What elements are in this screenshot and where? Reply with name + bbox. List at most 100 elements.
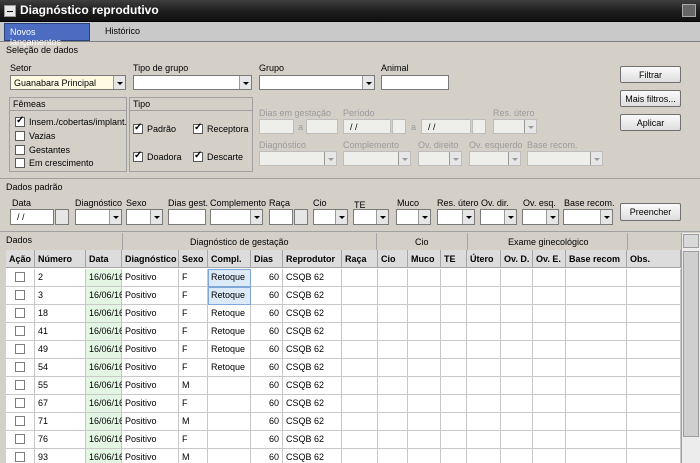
window-menu-icon[interactable]	[4, 5, 16, 17]
cell-te[interactable]	[441, 287, 467, 305]
cell-data[interactable]: 16/06/16	[86, 269, 124, 287]
cell-base-recom[interactable]	[566, 431, 627, 449]
cell-reprodutor[interactable]: CSQB 62	[283, 323, 342, 341]
row-action-checkbox[interactable]	[15, 326, 25, 336]
col-header-te[interactable]: TE	[441, 250, 467, 268]
col-header-sexo[interactable]: Sexo	[179, 250, 208, 268]
padrao-diagnostico-select[interactable]	[75, 209, 122, 225]
cell-obs[interactable]	[627, 269, 681, 287]
cell-raca[interactable]	[342, 305, 378, 323]
femeas-em-crescimento-checkbox[interactable]	[15, 158, 25, 168]
tipo-descarte-checkbox[interactable]	[193, 150, 203, 162]
chevron-down-icon[interactable]	[462, 210, 474, 224]
cell-cio[interactable]	[378, 431, 408, 449]
cell-te[interactable]	[441, 395, 467, 413]
cell-te[interactable]	[441, 377, 467, 395]
cell-raca[interactable]	[342, 431, 378, 449]
cell-cio[interactable]	[378, 323, 408, 341]
cell-cio[interactable]	[378, 413, 408, 431]
chevron-down-icon[interactable]	[376, 210, 388, 224]
cell-utero[interactable]	[467, 323, 501, 341]
cell-cio[interactable]	[378, 269, 408, 287]
col-header-data[interactable]: Data	[86, 250, 122, 268]
cell-te[interactable]	[441, 323, 467, 341]
col-header-reprodutor[interactable]: Reprodutor	[283, 250, 342, 268]
cell-sexo[interactable]: F	[179, 431, 208, 449]
cell-compl[interactable]: Retoque	[208, 287, 251, 305]
res-utero-select[interactable]	[493, 119, 537, 134]
cell-diagnostico[interactable]: Positivo	[122, 287, 179, 305]
cell-dias[interactable]: 60	[251, 323, 283, 341]
cell-obs[interactable]	[627, 287, 681, 305]
row-action-checkbox[interactable]	[15, 380, 25, 390]
cell-base-recom[interactable]	[566, 305, 627, 323]
cell-dias[interactable]: 60	[251, 395, 283, 413]
cell-numero[interactable]: 3	[35, 287, 86, 305]
cell-reprodutor[interactable]: CSQB 62	[283, 287, 342, 305]
cell-cio[interactable]	[378, 341, 408, 359]
cell-reprodutor[interactable]: CSQB 62	[283, 431, 342, 449]
cell-reprodutor[interactable]: CSQB 62	[283, 359, 342, 377]
chevron-down-icon[interactable]	[324, 152, 336, 165]
cell-compl[interactable]: Retoque	[208, 341, 251, 359]
grupo-select[interactable]	[259, 75, 375, 90]
cell-data[interactable]: 16/06/16	[86, 341, 124, 359]
cell-raca[interactable]	[342, 395, 378, 413]
chevron-down-icon[interactable]	[150, 210, 162, 224]
cell-ov-d[interactable]	[501, 413, 533, 431]
dias-gestacao-from-input[interactable]	[259, 119, 294, 134]
chevron-down-icon[interactable]	[109, 210, 121, 224]
cell-te[interactable]	[441, 359, 467, 377]
chevron-down-icon[interactable]	[508, 152, 520, 165]
cell-numero[interactable]: 54	[35, 359, 86, 377]
cell-numero[interactable]: 55	[35, 377, 86, 395]
cell-data[interactable]: 16/06/16	[86, 377, 124, 395]
cell-ov-e[interactable]	[533, 449, 566, 463]
cell-ov-e[interactable]	[533, 269, 566, 287]
cell-compl[interactable]	[208, 449, 251, 463]
col-header-ov-d[interactable]: Ov. D.	[501, 250, 533, 268]
cell-dias[interactable]: 60	[251, 377, 283, 395]
cell-obs[interactable]	[627, 431, 681, 449]
ov-esquerdo-select[interactable]	[469, 151, 521, 166]
cell-numero[interactable]: 71	[35, 413, 86, 431]
cell-utero[interactable]	[467, 287, 501, 305]
cell-acao[interactable]	[6, 431, 35, 449]
padrao-te-select[interactable]	[353, 209, 389, 225]
cell-ov-d[interactable]	[501, 395, 533, 413]
cell-numero[interactable]: 93	[35, 449, 86, 463]
aplicar-button[interactable]: Aplicar	[620, 114, 681, 131]
cell-compl[interactable]	[208, 413, 251, 431]
row-action-checkbox[interactable]	[15, 344, 25, 354]
cell-ov-e[interactable]	[533, 359, 566, 377]
cell-utero[interactable]	[467, 431, 501, 449]
cell-muco[interactable]	[408, 269, 441, 287]
cell-muco[interactable]	[408, 359, 441, 377]
chevron-down-icon[interactable]	[335, 210, 347, 224]
cell-obs[interactable]	[627, 341, 681, 359]
cell-obs[interactable]	[627, 377, 681, 395]
cell-base-recom[interactable]	[566, 323, 627, 341]
tab-historico[interactable]: Histórico	[100, 23, 160, 41]
tab-novos-lancamentos[interactable]: Novos lançamentos	[4, 23, 90, 47]
ov-direito-select[interactable]	[418, 151, 462, 166]
row-action-checkbox[interactable]	[15, 272, 25, 282]
femeas-vazias-checkbox[interactable]	[15, 131, 25, 141]
cell-utero[interactable]	[467, 395, 501, 413]
cell-ov-d[interactable]	[501, 269, 533, 287]
cell-dias[interactable]: 60	[251, 431, 283, 449]
row-action-checkbox[interactable]	[15, 434, 25, 444]
col-header-cio[interactable]: Cio	[378, 250, 408, 268]
chevron-down-icon[interactable]	[418, 210, 430, 224]
cell-reprodutor[interactable]: CSQB 62	[283, 395, 342, 413]
cell-ov-d[interactable]	[501, 431, 533, 449]
cell-base-recom[interactable]	[566, 413, 627, 431]
femeas-gestantes-checkbox[interactable]	[15, 145, 25, 155]
cell-diagnostico[interactable]: Positivo	[122, 449, 179, 463]
padrao-dias-gest-input[interactable]	[168, 209, 206, 225]
cell-acao[interactable]	[6, 287, 35, 305]
chevron-down-icon[interactable]	[590, 152, 602, 165]
cell-sexo[interactable]: F	[179, 305, 208, 323]
cell-acao[interactable]	[6, 305, 35, 323]
chevron-down-icon[interactable]	[600, 210, 612, 224]
